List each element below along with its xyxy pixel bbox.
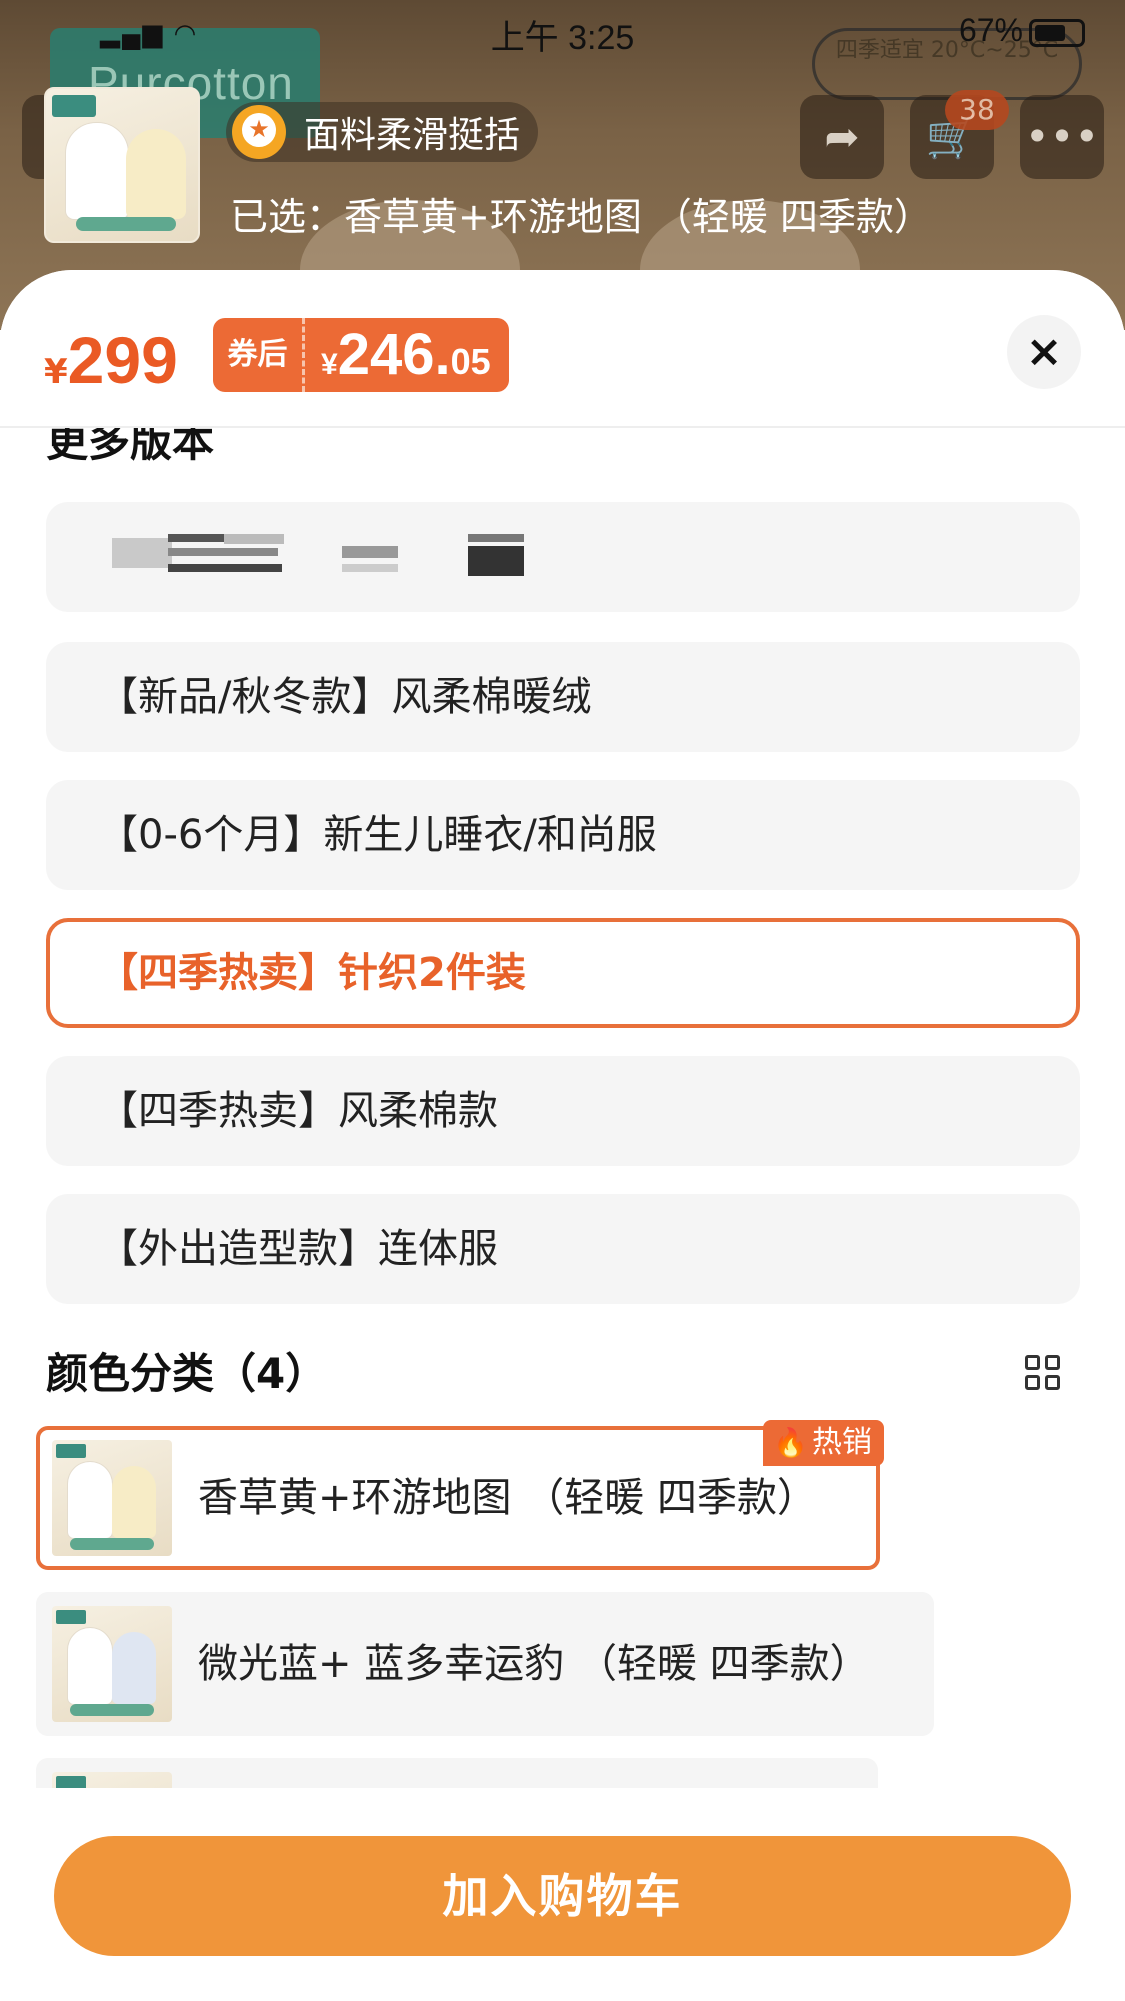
- more-icon: •••: [1020, 95, 1104, 179]
- color-option[interactable]: [36, 1758, 878, 1788]
- color-label: 香草黄+环游地图 （轻暖 四季款）: [198, 1475, 817, 1521]
- versions-title: 更多版本: [46, 428, 215, 466]
- fire-icon: 🔥: [773, 1426, 808, 1459]
- close-icon[interactable]: ×: [1007, 315, 1081, 389]
- product-thumbnail: [44, 87, 200, 243]
- share-icon: ➦: [800, 95, 884, 179]
- battery-percent: 67%: [958, 12, 1023, 48]
- battery-indicator: 67%: [959, 12, 1085, 49]
- currency-symbol: ¥: [44, 352, 68, 392]
- color-option-selected[interactable]: 香草黄+环游地图 （轻暖 四季款） 🔥 热销: [36, 1420, 884, 1570]
- color-label: 微光蓝+ 蓝多幸运豹 （轻暖 四季款）: [198, 1641, 870, 1687]
- version-option[interactable]: 【外出造型款】连体服: [46, 1194, 1080, 1304]
- sku-selector-sheet: ¥299 券后 ¥246.05 × 更多版本 【新品/秋冬款】风柔棉暖绒 【0-…: [0, 270, 1125, 2001]
- status-time: 上午 3:25: [490, 19, 635, 57]
- version-option[interactable]: 【四季热卖】风柔棉款: [46, 1056, 1080, 1166]
- cart-count-badge: 38: [945, 90, 1009, 130]
- version-option[interactable]: [46, 502, 1080, 612]
- coupon-currency: ¥: [321, 348, 338, 381]
- battery-icon: [1029, 18, 1085, 47]
- feature-badge: 面料柔滑挺括: [226, 102, 539, 162]
- price-value: 299: [67, 323, 178, 397]
- coupon-price: 券后 ¥246.05: [213, 318, 509, 392]
- price-bar: ¥299 券后 ¥246.05 ×: [0, 270, 1125, 428]
- redacted-label: [112, 534, 562, 580]
- color-thumbnail: [52, 1440, 172, 1556]
- hot-label: 热销: [812, 1425, 872, 1460]
- color-option[interactable]: 微光蓝+ 蓝多幸运豹 （轻暖 四季款）: [36, 1592, 934, 1736]
- version-option[interactable]: 【新品/秋冬款】风柔棉暖绒: [46, 642, 1080, 752]
- color-thumbnail: [52, 1772, 172, 1788]
- feature-text: 面料柔滑挺括: [304, 115, 521, 156]
- status-bar: ▂▄▆ ◠ 上午 3:25 67%: [0, 0, 1125, 60]
- version-option-selected[interactable]: 【四季热卖】针织2件装: [46, 918, 1080, 1028]
- colors-title: 颜色分类（4）: [46, 1349, 328, 1398]
- coupon-value: ¥246.05: [305, 318, 509, 392]
- thumbnail-logo: [52, 95, 96, 117]
- medal-icon: [232, 105, 286, 159]
- coupon-int: 246.: [337, 322, 451, 387]
- hot-sale-badge: 🔥 热销: [763, 1420, 884, 1466]
- color-thumbnail: [52, 1606, 172, 1722]
- original-price: ¥299: [44, 322, 178, 398]
- selected-sku-text: 已选：香草黄+环游地图 （轻暖 四季款）: [230, 195, 932, 239]
- coupon-decimal: 05: [450, 341, 491, 382]
- version-option[interactable]: 【0-6个月】新生儿睡衣/和尚服: [46, 780, 1080, 890]
- coupon-tag: 券后: [213, 318, 305, 392]
- options-scroll-area[interactable]: 更多版本 【新品/秋冬款】风柔棉暖绒 【0-6个月】新生儿睡衣/和尚服 【四季热…: [0, 428, 1125, 1788]
- add-to-cart-button[interactable]: 加入购物车: [54, 1836, 1071, 1956]
- grid-view-icon[interactable]: [1025, 1355, 1063, 1393]
